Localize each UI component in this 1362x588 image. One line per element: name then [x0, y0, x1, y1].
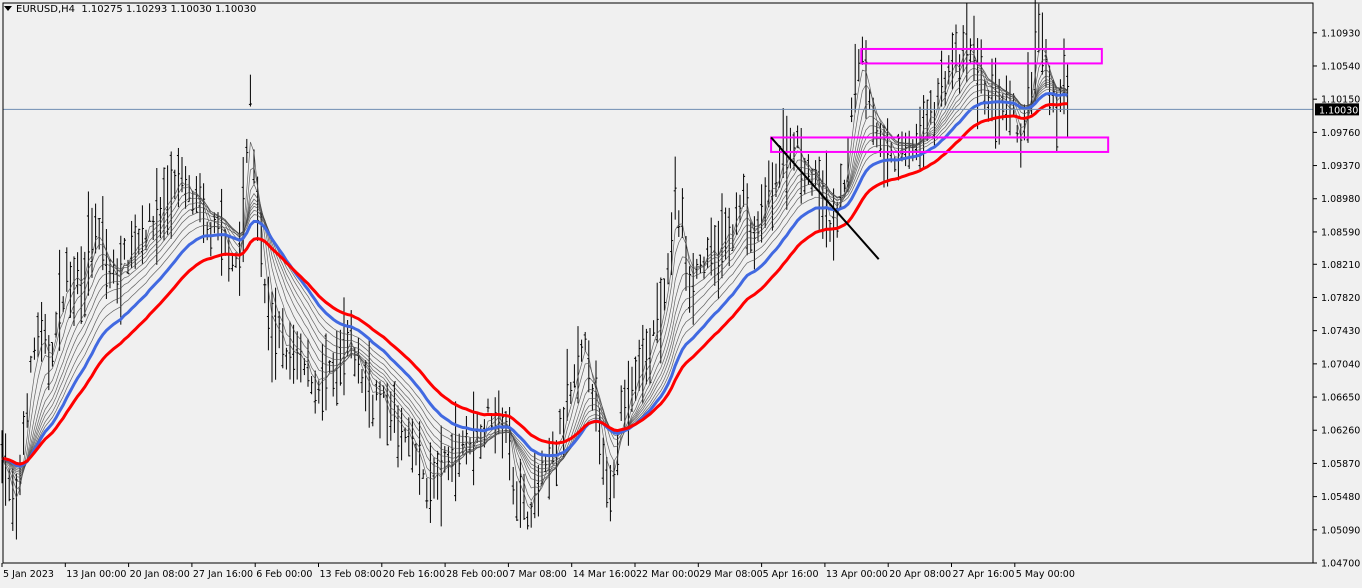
x-tick-label: 20 Feb 16:00	[383, 569, 445, 580]
x-tick-label: 5 Jan 2023	[3, 569, 54, 580]
symbol-label: EURUSD,H4	[16, 4, 76, 15]
chart-header: EURUSD,H4 1.10275 1.10293 1.10030 1.1003…	[4, 4, 256, 15]
y-tick-label: 1.07820	[1321, 293, 1360, 304]
y-tick-label: 1.07040	[1321, 359, 1360, 370]
y-tick-label: 1.09370	[1321, 161, 1360, 172]
y-tick-label: 1.10150	[1321, 95, 1360, 106]
y-tick-label: 1.10540	[1321, 61, 1360, 72]
ohlc-values: 1.10275 1.10293 1.10030 1.10030	[81, 4, 257, 15]
y-tick-label: 1.06260	[1321, 426, 1360, 437]
x-tick-label: 28 Feb 00:00	[446, 569, 508, 580]
chart[interactable]: EURUSD,H4 1.10275 1.10293 1.10030 1.1003…	[0, 0, 1362, 584]
x-tick-label: 5 Apr 16:00	[763, 569, 819, 580]
x-tick-label: 22 Mar 00:00	[636, 569, 699, 580]
dropdown-arrow-icon[interactable]	[4, 6, 12, 11]
y-tick-label: 1.09760	[1321, 128, 1360, 139]
x-tick-label: 14 Mar 16:00	[573, 569, 636, 580]
x-tick-label: 13 Jan 00:00	[66, 569, 126, 580]
x-tick-label: 13 Feb 08:00	[320, 569, 382, 580]
x-tick-label: 27 Apr 16:00	[953, 569, 1015, 580]
x-tick-label: 20 Apr 08:00	[889, 569, 951, 580]
chart-background	[0, 0, 1362, 584]
y-tick-label: 1.05480	[1321, 492, 1360, 503]
y-tick-label: 1.08210	[1321, 260, 1360, 271]
y-tick-label: 1.10930	[1321, 28, 1360, 39]
y-tick-label: 1.04700	[1321, 559, 1360, 570]
y-tick-label: 1.06650	[1321, 393, 1360, 404]
x-tick-label: 6 Feb 00:00	[256, 569, 312, 580]
chart-canvas[interactable]: 1.10030 1.10930 1.10540 1.10150 1.09760 1.09…	[0, 0, 1362, 584]
current-price-label: 1.10030	[1319, 105, 1358, 116]
x-tick-label: 29 Mar 08:00	[699, 569, 762, 580]
x-tick-label: 27 Jan 16:00	[193, 569, 253, 580]
y-tick-label: 1.05090	[1321, 525, 1360, 536]
y-tick-label: 1.07430	[1321, 326, 1360, 337]
x-tick-label: 20 Jan 08:00	[130, 569, 190, 580]
y-tick-label: 1.08590	[1321, 227, 1360, 238]
x-tick-label: 7 Mar 08:00	[509, 569, 566, 580]
y-tick-label: 1.08980	[1321, 194, 1360, 205]
x-tick-label: 13 Apr 00:00	[826, 569, 888, 580]
y-tick-label: 1.05870	[1321, 459, 1360, 470]
x-tick-label: 5 May 00:00	[1016, 569, 1075, 580]
